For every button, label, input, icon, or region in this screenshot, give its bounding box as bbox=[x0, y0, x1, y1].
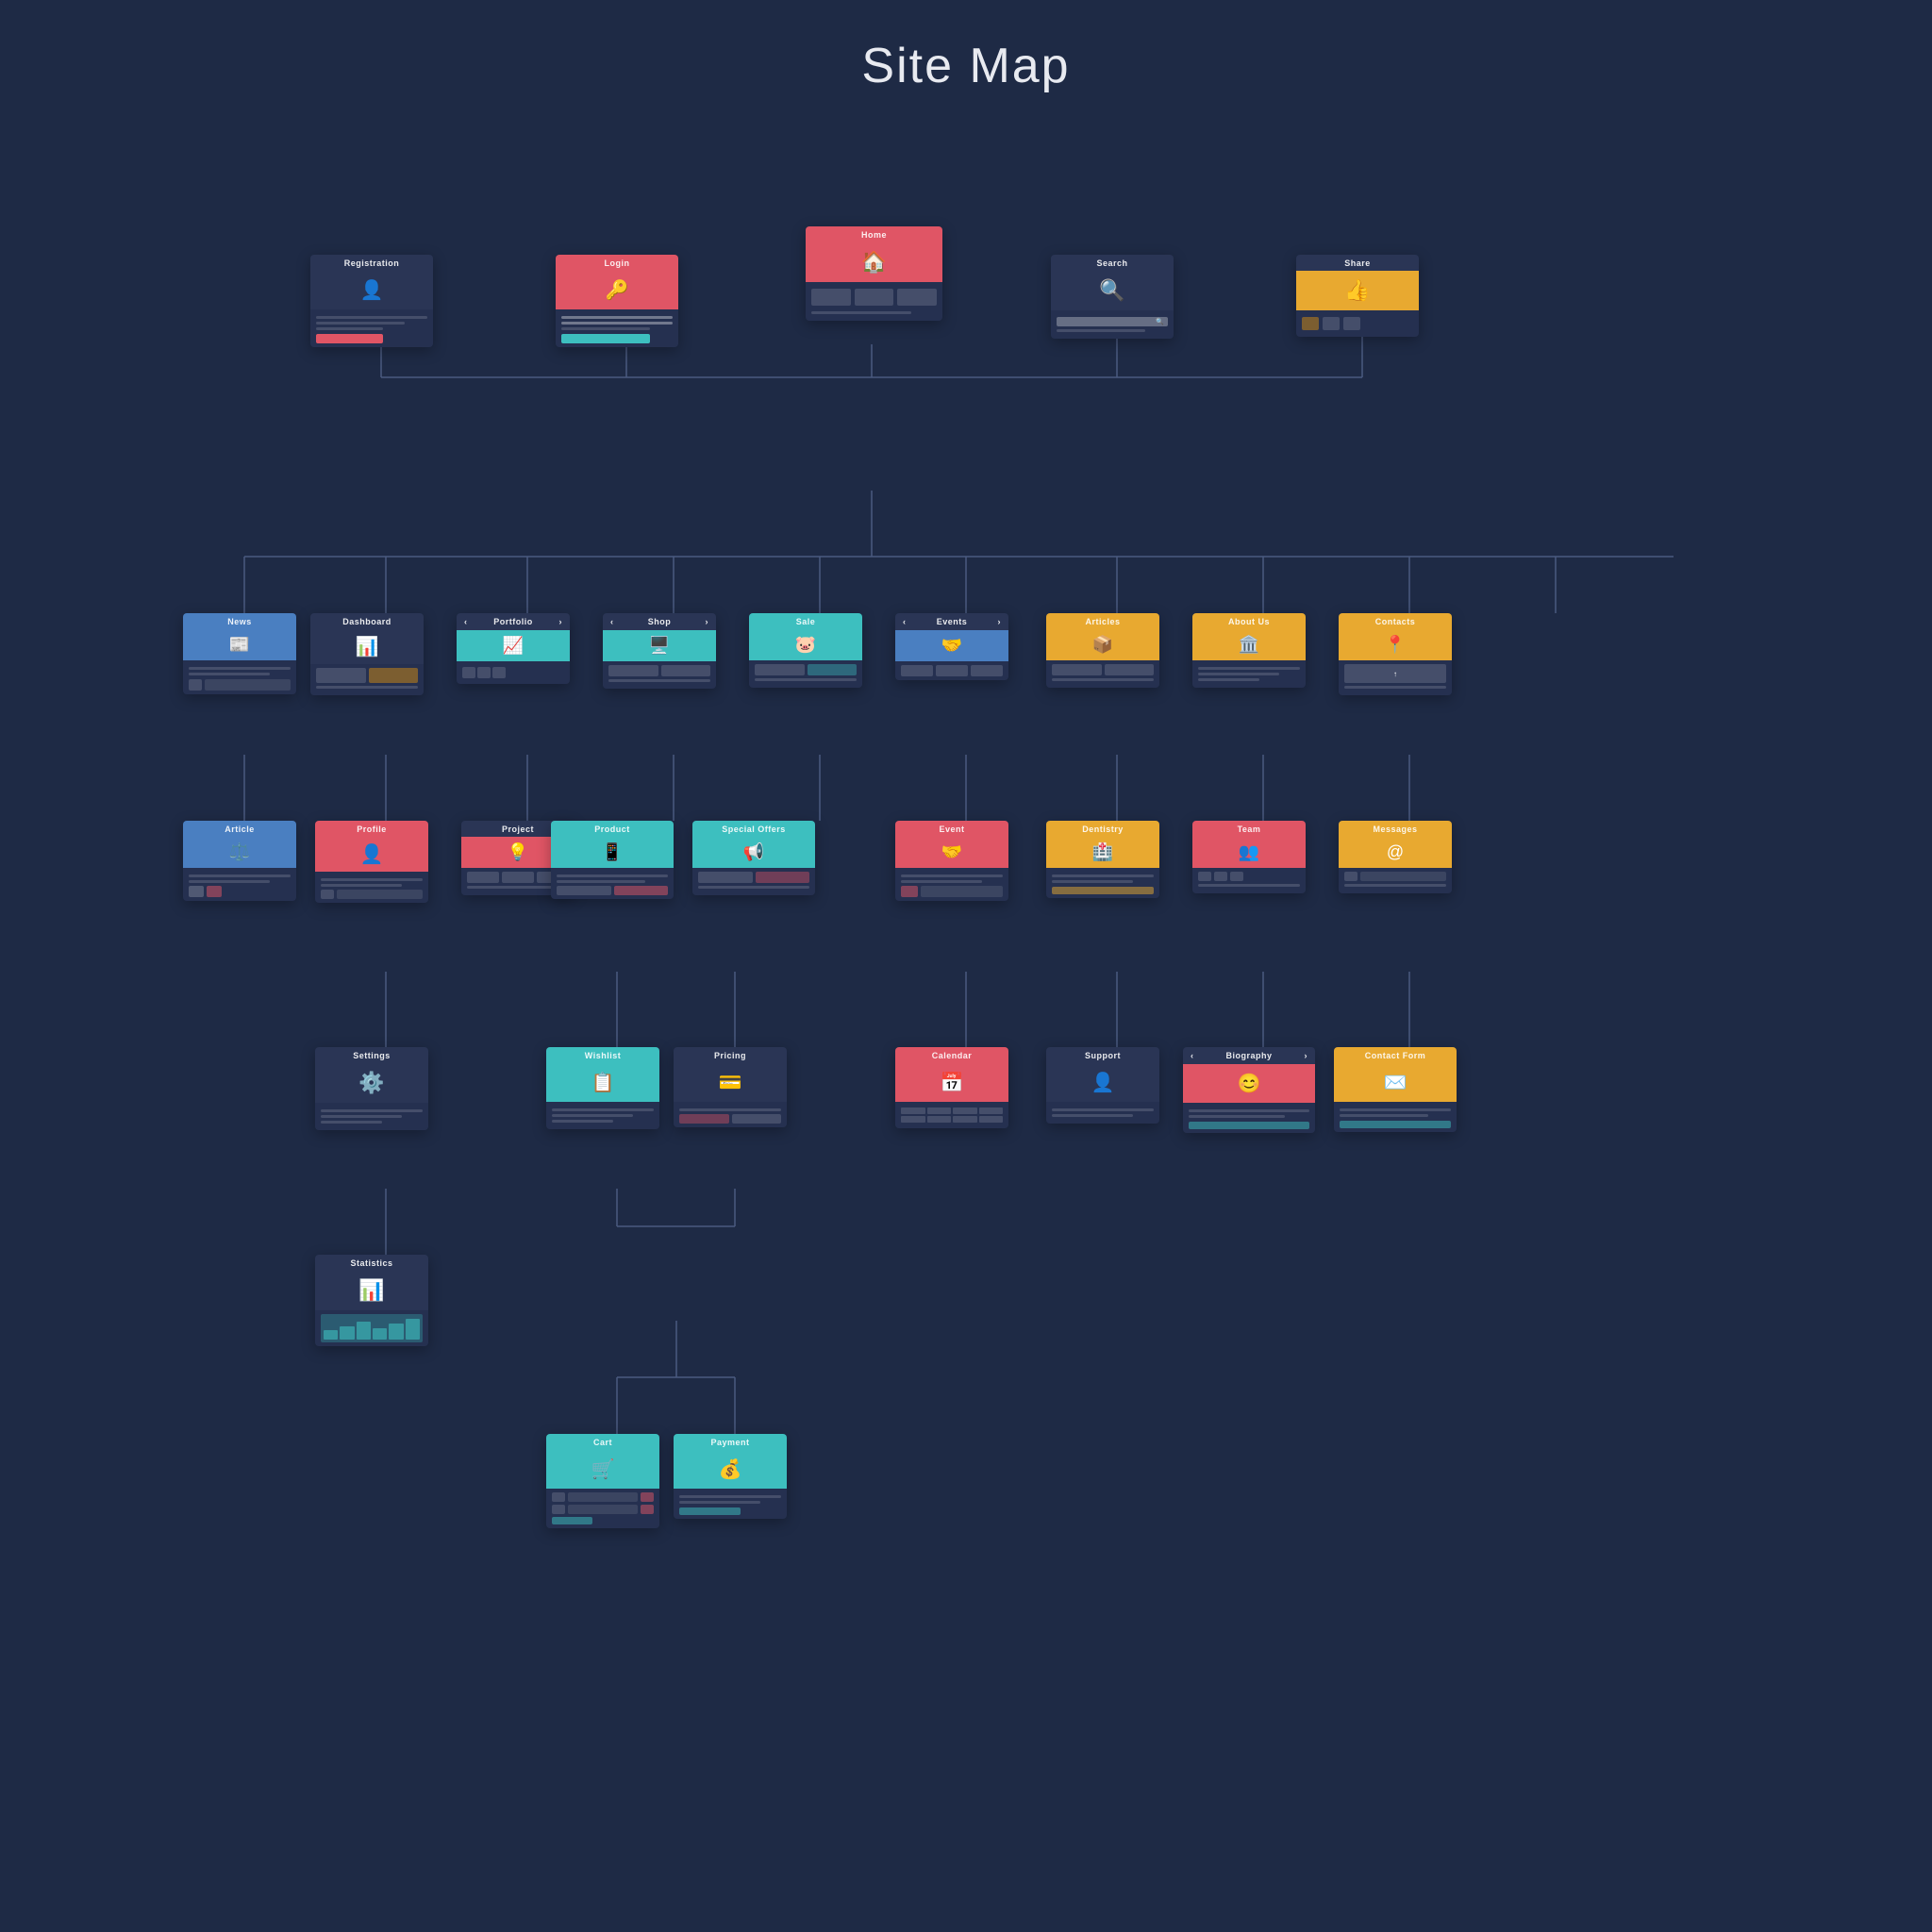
node-profile: Profile 👤 bbox=[315, 821, 428, 903]
node-event: Event 🤝 bbox=[895, 821, 1008, 901]
node-contacts: Contacts 📍 ↑ bbox=[1339, 613, 1452, 695]
node-settings: Settings ⚙️ bbox=[315, 1047, 428, 1130]
node-login: Login 🔑 bbox=[556, 255, 678, 347]
node-article: Article ⚖️ bbox=[183, 821, 296, 901]
node-product: Product 📱 bbox=[551, 821, 674, 899]
page-title: Site Map bbox=[19, 38, 1913, 94]
node-support: Support 👤 bbox=[1046, 1047, 1159, 1124]
node-home: Home 🏠 bbox=[806, 226, 942, 321]
node-payment: Payment 💰 bbox=[674, 1434, 787, 1519]
node-special-offers: Special Offers 📢 bbox=[692, 821, 815, 895]
node-team: Team 👥 bbox=[1192, 821, 1306, 893]
node-sale: Sale 🐷 bbox=[749, 613, 862, 688]
node-contact-form: Contact Form ✉️ bbox=[1334, 1047, 1457, 1132]
node-calendar: Calendar 📅 bbox=[895, 1047, 1008, 1128]
node-biography: ‹Biography› 😊 bbox=[1183, 1047, 1315, 1133]
node-messages: Messages @ bbox=[1339, 821, 1452, 893]
node-search: Search 🔍 🔍 bbox=[1051, 255, 1174, 339]
node-articles: Articles 📦 bbox=[1046, 613, 1159, 688]
node-dashboard: Dashboard 📊 bbox=[310, 613, 424, 695]
node-shop: ‹Shop› 🖥️ bbox=[603, 613, 716, 689]
node-pricing: Pricing 💳 bbox=[674, 1047, 787, 1127]
node-portfolio: ‹Portfolio› 📈 bbox=[457, 613, 570, 684]
node-about-us: About Us 🏛️ bbox=[1192, 613, 1306, 688]
node-share: Share 👍 bbox=[1296, 255, 1419, 337]
node-registration: Registration 👤 bbox=[310, 255, 433, 347]
node-news: News 📰 bbox=[183, 613, 296, 694]
node-wishlist: Wishlist 📋 bbox=[546, 1047, 659, 1129]
node-dentistry: Dentistry 🏥 bbox=[1046, 821, 1159, 898]
sitemap-diagram: Registration 👤 Login 🔑 Home 🏠 bbox=[164, 142, 1768, 1745]
node-events: ‹Events› 🤝 bbox=[895, 613, 1008, 680]
node-cart: Cart 🛒 bbox=[546, 1434, 659, 1528]
node-statistics: Statistics 📊 bbox=[315, 1255, 428, 1346]
